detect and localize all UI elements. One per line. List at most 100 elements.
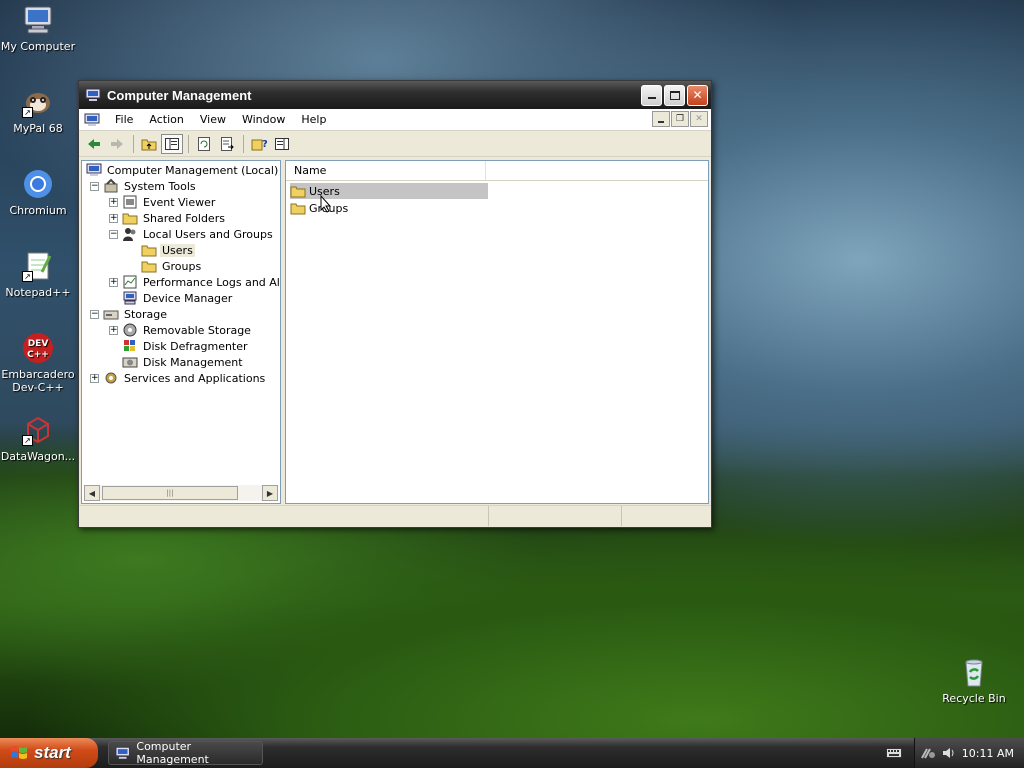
- tree-label: Storage: [124, 307, 168, 321]
- computer-management-icon: [85, 88, 101, 101]
- volume-icon[interactable]: [942, 746, 956, 760]
- close-button[interactable]: ✕: [687, 84, 708, 106]
- tree-item-storage[interactable]: − Storage: [90, 306, 169, 322]
- status-panel: [622, 506, 711, 526]
- expand-toggle[interactable]: +: [109, 213, 118, 223]
- export-list-icon: [221, 136, 234, 151]
- minimize-icon: [647, 97, 656, 99]
- disk-management-icon: [122, 357, 138, 368]
- datawagon-icon: ↗: [22, 414, 54, 446]
- folder-icon: [290, 186, 306, 198]
- services-icon: [105, 372, 117, 384]
- desktop-icon-devcpp[interactable]: DEV C++ Embarcadero Dev-C++: [0, 332, 76, 394]
- clock[interactable]: 10:11 AM: [962, 747, 1014, 760]
- shortcut-arrow-icon: ↗: [22, 107, 33, 118]
- svg-text:DEV: DEV: [28, 339, 49, 349]
- scroll-track[interactable]: |||: [100, 485, 262, 501]
- menu-view[interactable]: View: [192, 113, 234, 126]
- status-bar: [79, 505, 711, 527]
- title-bar[interactable]: Computer Management ✕: [79, 81, 711, 109]
- expand-toggle[interactable]: +: [109, 197, 118, 207]
- tree-item-disk-defragmenter[interactable]: Disk Defragmenter: [122, 338, 250, 354]
- taskbar-button-computer-management[interactable]: Computer Management: [108, 740, 263, 766]
- toolbar-separator: [243, 134, 244, 153]
- expand-toggle[interactable]: +: [90, 373, 99, 383]
- refresh-button[interactable]: [193, 134, 215, 154]
- up-one-level-button[interactable]: [138, 134, 160, 154]
- tree-item-groups[interactable]: Groups: [141, 258, 203, 274]
- tree-item-local-users-groups[interactable]: − Local Users and Groups: [109, 226, 275, 242]
- scroll-right-button[interactable]: ▶: [262, 485, 278, 501]
- expand-toggle[interactable]: +: [109, 325, 118, 335]
- expand-toggle[interactable]: +: [109, 277, 118, 287]
- shortcut-arrow-icon: ↗: [22, 435, 33, 446]
- tree-item-computer-management[interactable]: Computer Management (Local): [86, 162, 280, 178]
- desktop-icon-datawagon[interactable]: ↗ DataWagon...: [0, 414, 76, 463]
- forward-button[interactable]: [106, 134, 128, 154]
- tree-item-system-tools[interactable]: − System Tools: [90, 178, 198, 194]
- tree-item-users[interactable]: Users: [141, 242, 195, 258]
- desktop-icon-mypal[interactable]: ↗ MyPal 68: [0, 86, 76, 135]
- removable-storage-icon: [123, 323, 137, 337]
- restore-icon: ❐: [675, 114, 685, 124]
- scroll-thumb[interactable]: |||: [102, 486, 238, 500]
- scroll-left-button[interactable]: ◀: [84, 485, 100, 501]
- keyboard-icon[interactable]: [886, 746, 902, 760]
- mdi-close-button[interactable]: ✕: [690, 111, 708, 127]
- desktop-icon-label: Embarcadero Dev-C++: [1, 368, 75, 394]
- folder-up-icon: [141, 139, 157, 150]
- console-tree[interactable]: Computer Management (Local) − System Too…: [81, 160, 281, 504]
- menu-action[interactable]: Action: [141, 113, 191, 126]
- collapse-toggle[interactable]: −: [90, 181, 99, 191]
- collapse-toggle[interactable]: −: [109, 229, 118, 239]
- show-hide-action-pane-button[interactable]: [271, 134, 293, 154]
- column-header-name[interactable]: Name: [286, 161, 486, 180]
- toolbar-separator: [188, 134, 189, 153]
- chevron-right-icon: ▶: [266, 488, 274, 498]
- tree-item-device-manager[interactable]: Device Manager: [122, 290, 234, 306]
- tree-horizontal-scrollbar[interactable]: ◀ ||| ▶: [84, 485, 278, 501]
- mmc-document-icon[interactable]: [83, 112, 101, 128]
- tree-item-shared-folders[interactable]: + Shared Folders: [109, 210, 227, 226]
- storage-icon: [103, 310, 119, 320]
- help-button[interactable]: ?: [248, 134, 270, 154]
- start-button[interactable]: start: [0, 738, 98, 768]
- details-pane[interactable]: Name Users Groups: [285, 160, 709, 504]
- show-hide-tree-button[interactable]: [161, 133, 183, 154]
- menu-file[interactable]: File: [107, 113, 141, 126]
- mdi-minimize-button[interactable]: [652, 111, 670, 127]
- help-icon: ?: [251, 139, 267, 150]
- desktop-icon-notepadpp[interactable]: ↗ Notepad++: [0, 250, 76, 299]
- recycle-bin-icon: [958, 656, 990, 688]
- desktop-icon-chromium[interactable]: Chromium: [0, 168, 76, 217]
- chromium-icon: [22, 168, 54, 200]
- event-viewer-icon: [123, 195, 137, 209]
- minimize-button[interactable]: [641, 84, 662, 106]
- tree-item-performance-logs[interactable]: + Performance Logs and Alerts: [109, 274, 280, 290]
- desktop-icon-label: Recycle Bin: [942, 692, 1006, 705]
- desktop-icon-my-computer[interactable]: My Computer: [0, 4, 76, 53]
- tree-item-disk-management[interactable]: Disk Management: [122, 354, 245, 370]
- tree-label: Disk Defragmenter: [143, 339, 248, 353]
- minimize-icon: [658, 121, 664, 123]
- export-list-button[interactable]: [216, 134, 238, 154]
- svg-text:?: ?: [262, 139, 267, 150]
- tree-item-removable-storage[interactable]: + Removable Storage: [109, 322, 253, 338]
- folder-icon: [141, 245, 157, 257]
- mdi-restore-button[interactable]: ❐: [671, 111, 689, 127]
- collapse-toggle[interactable]: −: [90, 309, 99, 319]
- menu-help[interactable]: Help: [293, 113, 334, 126]
- tree-label: Shared Folders: [143, 211, 225, 225]
- tree-item-event-viewer[interactable]: + Event Viewer: [109, 194, 217, 210]
- tree-item-services-applications[interactable]: + Services and Applications: [90, 370, 267, 386]
- desktop-icon-recycle-bin[interactable]: Recycle Bin: [936, 656, 1012, 705]
- toolbar-separator: [133, 134, 134, 153]
- desktop-icon-label: DataWagon...: [0, 450, 76, 463]
- tree-label: Event Viewer: [143, 195, 216, 209]
- menu-window[interactable]: Window: [234, 113, 293, 126]
- network-icon[interactable]: [920, 746, 936, 760]
- computer-management-window[interactable]: Computer Management ✕ File Action View W…: [78, 80, 712, 528]
- maximize-button[interactable]: [664, 84, 685, 106]
- back-button[interactable]: [83, 134, 105, 154]
- system-tray: 10:11 AM: [914, 738, 1024, 768]
